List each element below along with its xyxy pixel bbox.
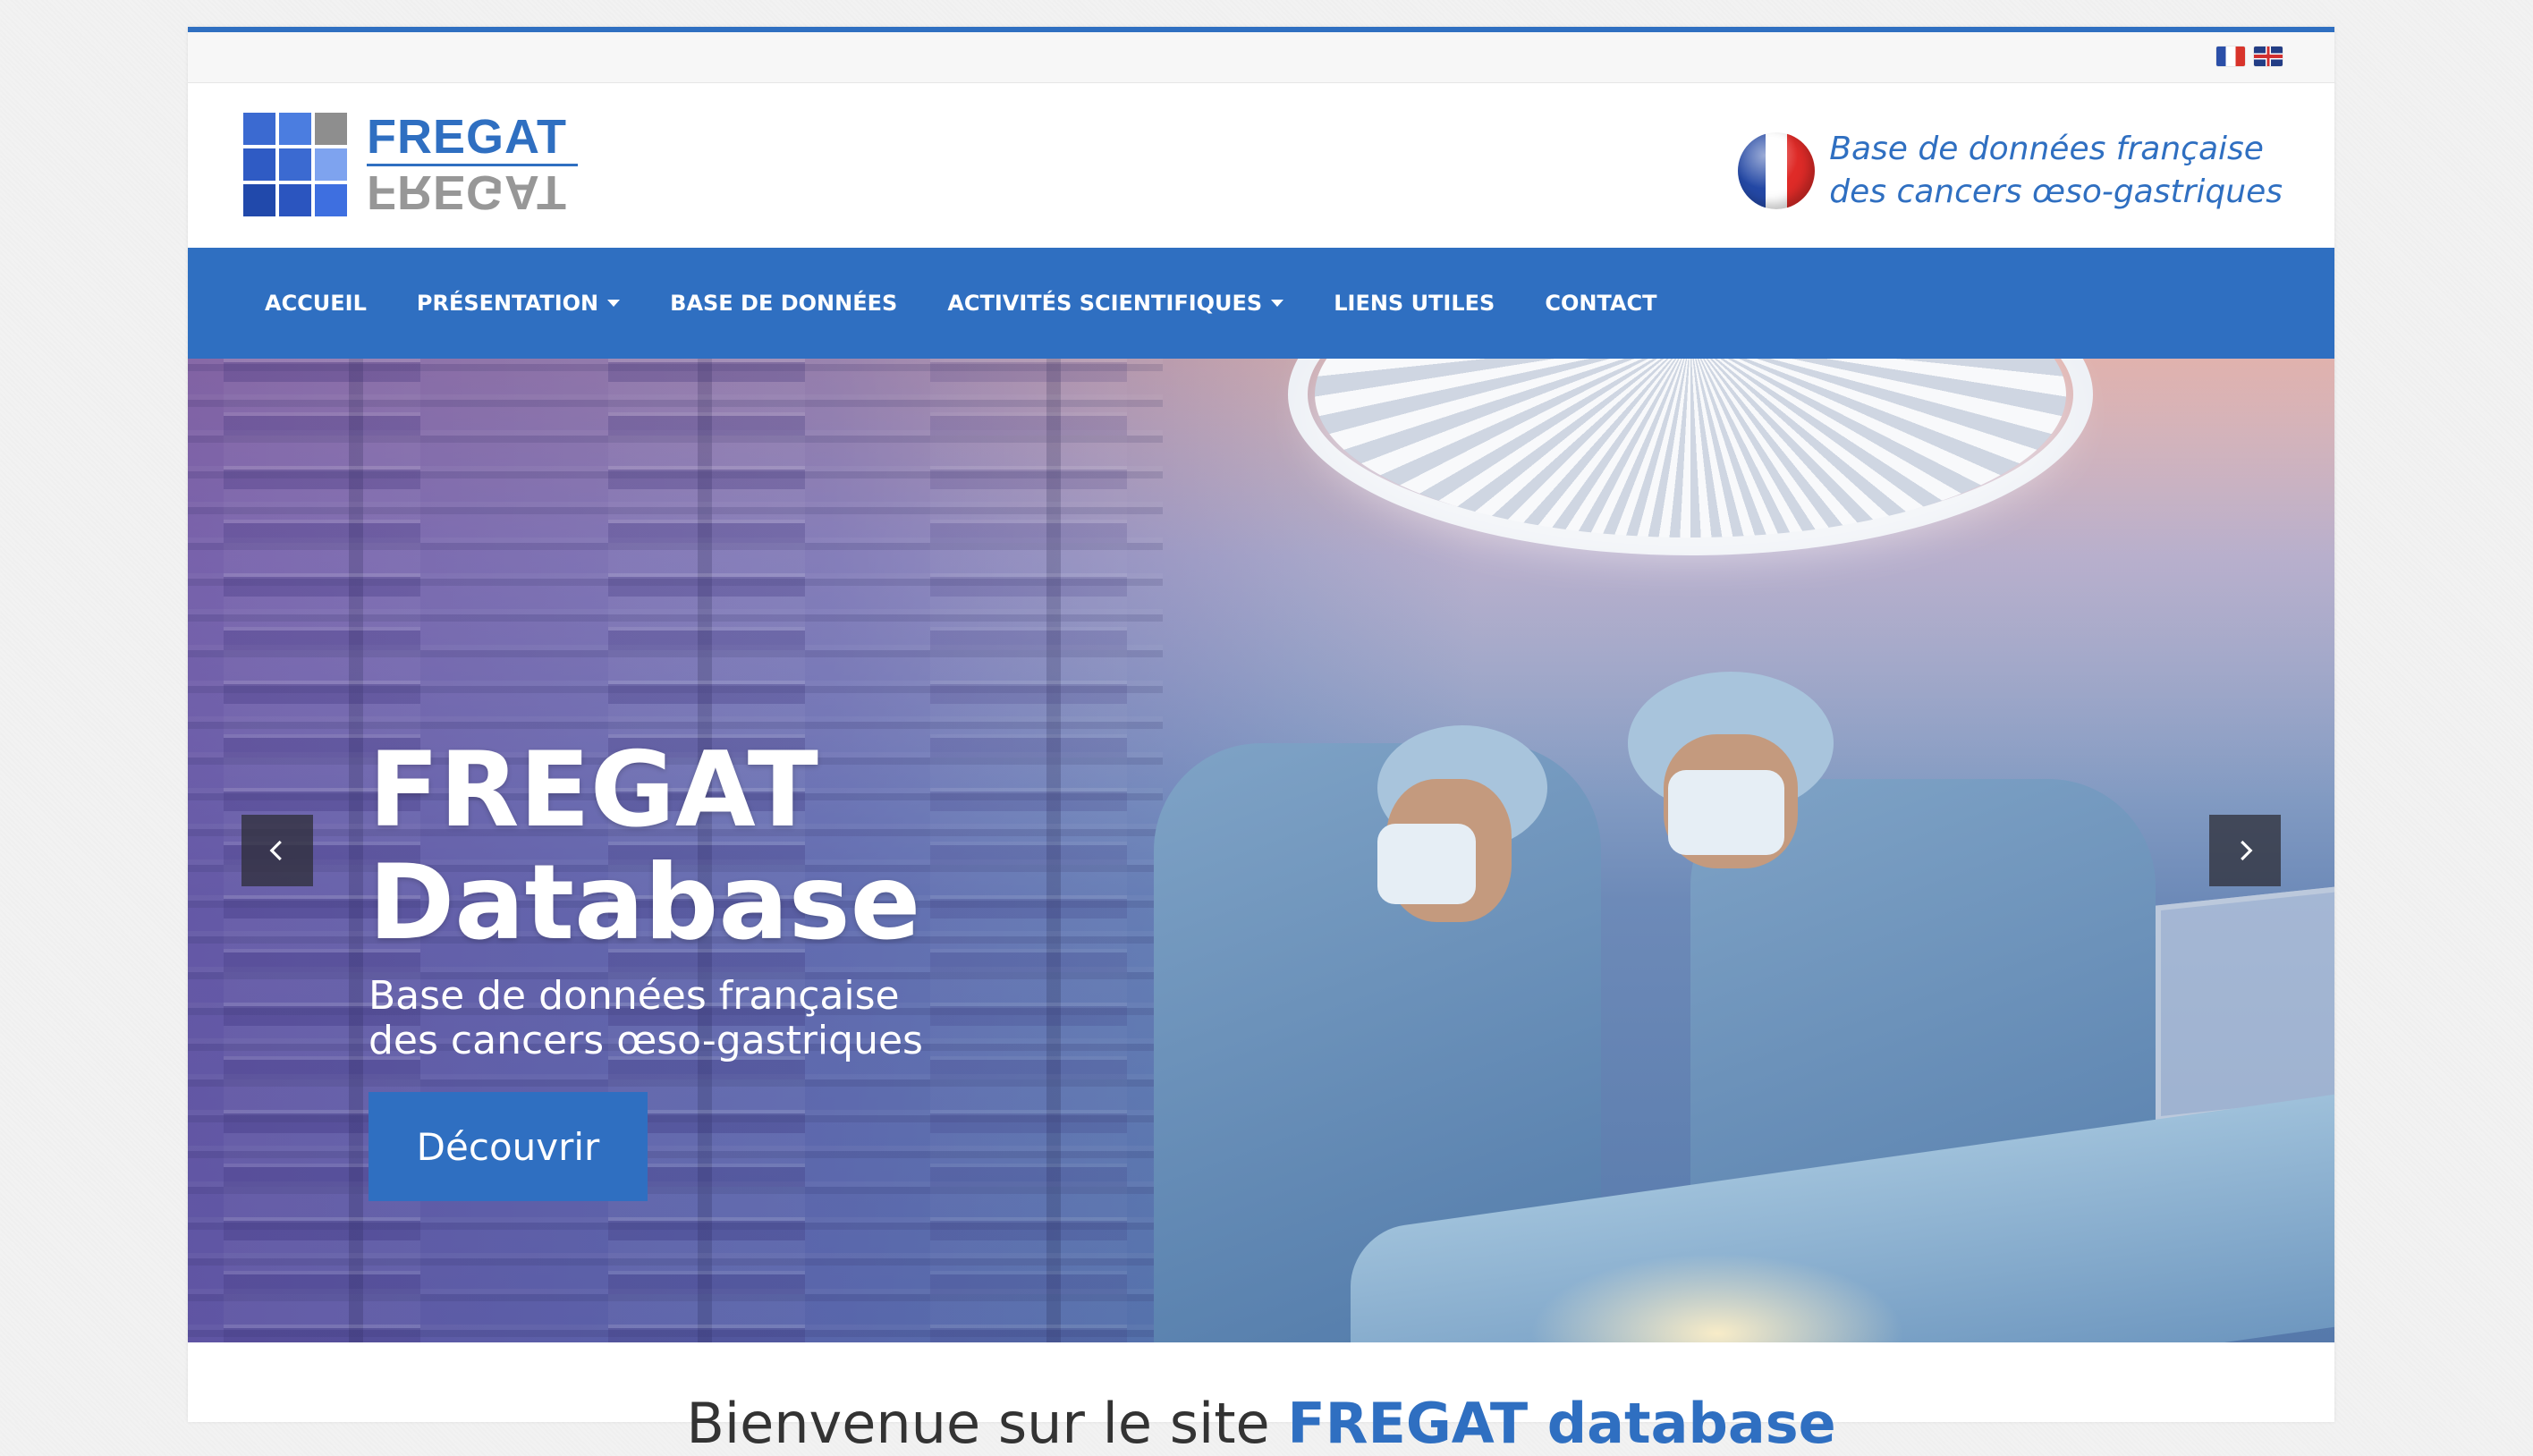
language-switcher <box>2216 47 2283 66</box>
main-navigation: ACCUEIL PRÉSENTATION BASE DE DONNÉES ACT… <box>188 248 2334 359</box>
wall-panel-shape <box>2156 885 2334 1122</box>
nav-item-label: LIENS UTILES <box>1334 291 1495 316</box>
caret-down-icon <box>607 300 621 307</box>
hero-title: FREGAT Database <box>369 734 920 960</box>
hero-title-line-2: Database <box>369 842 921 963</box>
british-flag-icon[interactable] <box>2254 47 2283 66</box>
hero-subtitle-line-2: des cancers œso-gastriques <box>369 1018 923 1063</box>
nav-item-activites-scientifiques[interactable]: ACTIVITÉS SCIENTIFIQUES <box>947 291 1284 316</box>
tagline-line-1: Base de données française <box>1829 131 2264 167</box>
tagline-line-2: des cancers œso-gastriques <box>1829 174 2283 210</box>
nav-item-contact[interactable]: CONTACT <box>1545 291 1656 316</box>
nav-item-accueil[interactable]: ACCUEIL <box>265 291 367 316</box>
french-flag-icon[interactable] <box>2216 47 2245 66</box>
logo-grid-icon <box>243 112 347 216</box>
chevron-left-icon <box>269 840 282 861</box>
site-logo[interactable]: FREGAT FREGAT <box>243 110 578 219</box>
hero-subtitle-line-1: Base de données française <box>369 973 900 1019</box>
welcome-highlight: FREGAT database <box>1287 1391 1836 1456</box>
header-tagline: Base de données française des cancers œs… <box>1738 128 2283 214</box>
french-flag-sphere-icon <box>1738 132 1816 209</box>
carousel-next-button[interactable] <box>2209 815 2281 886</box>
carousel-prev-button[interactable] <box>241 815 313 886</box>
hero-title-line-1: FREGAT <box>369 730 818 851</box>
nav-item-label: CONTACT <box>1545 291 1657 316</box>
nav-item-label: PRÉSENTATION <box>416 291 599 316</box>
logo-wordmark: FREGAT <box>367 110 567 164</box>
nav-item-base-de-donnees[interactable]: BASE DE DONNÉES <box>670 291 897 316</box>
top-bar <box>188 27 2334 83</box>
nav-item-label: BASE DE DONNÉES <box>670 291 898 316</box>
hero-carousel: FREGAT Database Base de données français… <box>188 359 2334 1342</box>
nav-item-presentation[interactable]: PRÉSENTATION <box>416 291 621 316</box>
nav-item-liens-utiles[interactable]: LIENS UTILES <box>1334 291 1495 316</box>
logo-wordmark-reflection: FREGAT <box>367 165 567 219</box>
page-container: FREGAT FREGAT Base de données française … <box>188 27 2334 1456</box>
discover-button[interactable]: Découvrir <box>369 1092 648 1201</box>
nav-item-label: ACTIVITÉS SCIENTIFIQUES <box>947 291 1263 316</box>
chevron-right-icon <box>2241 840 2253 861</box>
site-header: FREGAT FREGAT Base de données française … <box>188 83 2334 248</box>
welcome-heading: Bienvenue sur le site FREGAT database <box>188 1391 2334 1456</box>
welcome-text: Bienvenue sur le site <box>686 1391 1270 1456</box>
hero-subtitle: Base de données française des cancers œs… <box>369 974 923 1063</box>
nav-item-label: ACCUEIL <box>265 291 367 316</box>
server-rack-shape <box>930 359 1127 1342</box>
caret-down-icon <box>1271 300 1284 307</box>
